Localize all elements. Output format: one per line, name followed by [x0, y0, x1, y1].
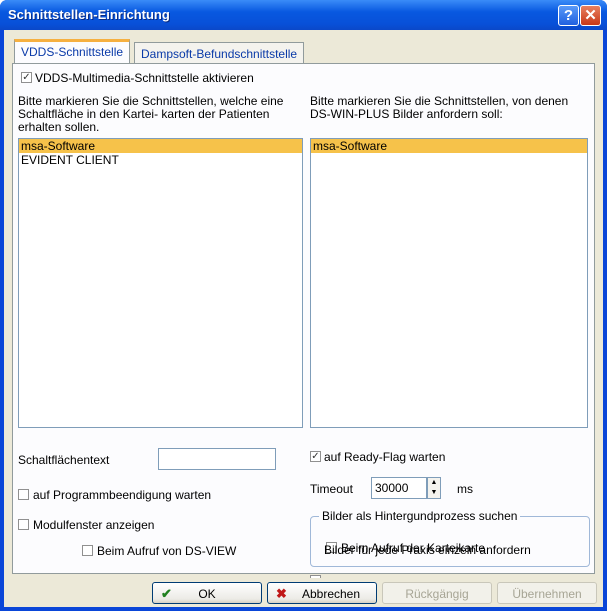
button-text-input[interactable] — [158, 448, 276, 470]
right-interface-list[interactable]: msa-Software — [310, 138, 588, 428]
left-desc-line: erhalten sollen. — [18, 120, 100, 134]
timeout-unit: ms — [457, 482, 473, 496]
tab-panel: ✓ VDDS-Multimedia-Schnittstelle aktivier… — [12, 63, 595, 586]
wait-end-checkbox[interactable] — [18, 489, 29, 500]
list-item[interactable]: msa-Software — [311, 139, 587, 153]
ok-label: OK — [198, 587, 216, 601]
background-search-group-label: Bilder als Hintergundprozess suchen — [319, 509, 521, 523]
module-window-checkbox[interactable] — [18, 519, 29, 530]
left-interface-list[interactable]: msa-Software EVIDENT CLIENT — [18, 138, 303, 428]
dialog-window: Schnittstellen-Einrichtung ? ✕ VDDS-Schn… — [0, 0, 607, 611]
title-bar[interactable]: Schnittstellen-Einrichtung ? ✕ — [0, 0, 607, 30]
left-description: Bitte markieren Sie die Schnittstellen, … — [18, 95, 283, 134]
wait-end-label: auf Programmbeendigung warten — [33, 488, 212, 502]
undo-label: Rückgängig — [405, 587, 469, 601]
dsview-label: Beim Aufruf von DS-VIEW — [97, 544, 237, 558]
activate-label: VDDS-Multimedia-Schnittstelle aktivieren — [35, 71, 254, 85]
button-text-label: Schaltflächentext — [18, 453, 110, 467]
spin-up-icon[interactable]: ▲ — [428, 478, 440, 488]
timeout-spinner[interactable]: ▲ ▼ — [427, 477, 441, 499]
spin-down-icon[interactable]: ▼ — [428, 488, 440, 498]
apply-label: Übernehmen — [512, 587, 582, 601]
list-item[interactable]: msa-Software — [19, 139, 302, 153]
button-bar: ✔ OK ✖ Abbrechen Rückgängig Übernehmen — [4, 578, 603, 607]
ready-flag-checkbox[interactable]: ✓ — [310, 451, 321, 462]
activate-checkbox[interactable]: ✓ — [21, 72, 32, 83]
cancel-label: Abbrechen — [301, 587, 361, 601]
ok-button[interactable]: ✔ OK — [152, 582, 262, 604]
dialog-client: VDDS-Schnittstelle Dampsoft-Befundschnit… — [4, 30, 603, 607]
timeout-label: Timeout — [310, 482, 353, 496]
right-desc-line: DS-WIN-PLUS Bilder anfordern soll: — [310, 107, 503, 121]
undo-button[interactable]: Rückgängig — [382, 582, 492, 604]
tab-dampsoft[interactable]: Dampsoft-Befundschnittstelle — [134, 42, 305, 63]
help-button[interactable]: ? — [558, 5, 579, 26]
tab-vdds[interactable]: VDDS-Schnittstelle — [14, 39, 131, 63]
list-item[interactable]: EVIDENT CLIENT — [19, 153, 302, 167]
per-praxis-label: Bilder für jede Praxis einzeln anfordern — [324, 543, 531, 557]
window-title: Schnittstellen-Einrichtung — [8, 7, 170, 22]
apply-button[interactable]: Übernehmen — [497, 582, 597, 604]
cancel-button[interactable]: ✖ Abbrechen — [267, 582, 377, 604]
right-description: Bitte markieren Sie die Schnittstellen, … — [310, 95, 568, 121]
module-window-label: Modulfenster anzeigen — [33, 518, 155, 532]
timeout-input[interactable]: 30000 — [371, 477, 427, 499]
dsview-checkbox[interactable] — [82, 545, 93, 556]
close-button[interactable]: ✕ — [580, 5, 601, 26]
ready-flag-label: auf Ready-Flag warten — [324, 450, 446, 464]
